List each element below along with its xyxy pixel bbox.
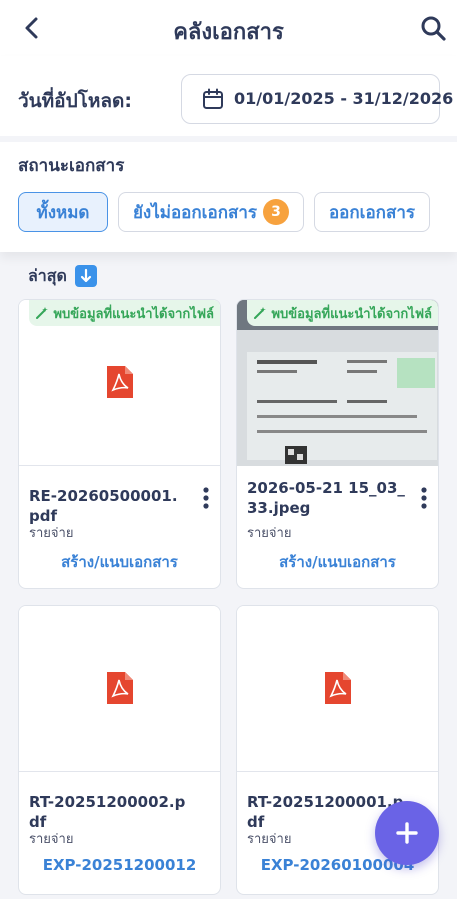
category-label: รายจ่าย <box>247 526 292 541</box>
calendar-icon <box>203 88 223 109</box>
document-thumbnail[interactable] <box>19 606 220 772</box>
pdf-file-icon <box>107 366 133 398</box>
suggestion-text: พบข้อมูลที่แนะนำได้จากไฟล์ <box>271 306 432 322</box>
page-title: คลังเอกสาร <box>173 20 284 45</box>
upload-date-label: วันที่อัปโหลด: <box>18 90 132 112</box>
sort-direction-button[interactable] <box>74 265 97 287</box>
document-thumbnail[interactable] <box>237 606 438 772</box>
create-attach-link[interactable]: สร้าง/แนบเอกสาร <box>19 550 220 574</box>
chip-all[interactable]: ทั้งหมด <box>18 192 108 232</box>
document-card[interactable]: พบข้อมูลที่แนะนำได้จากไฟล์ 2026-05-21 15… <box>236 299 439 589</box>
chip-not-issued[interactable]: ยังไม่ออกเอกสาร 3 <box>118 192 304 232</box>
category-label: รายจ่าย <box>29 832 74 847</box>
plus-icon <box>396 822 418 844</box>
app-header: คลังเอกสาร <box>0 0 457 56</box>
status-label: สถานะเอกสาร <box>18 156 125 176</box>
magic-wand-icon <box>254 307 267 319</box>
chip-label: ทั้งหมด <box>36 202 90 223</box>
file-name: RE-20260500001.pdf <box>29 487 178 525</box>
search-button[interactable] <box>419 14 447 42</box>
sort-label: ล่าสุด <box>28 265 67 285</box>
date-range-value: 01/01/2025 - 31/12/2026 <box>234 89 454 108</box>
suggestion-tag: พบข้อมูลที่แนะนำได้จากไฟล์ <box>247 300 438 326</box>
pdf-file-icon <box>325 672 351 704</box>
expense-doc-link[interactable]: EXP-20251200012 <box>19 856 220 874</box>
add-document-button[interactable] <box>375 801 439 865</box>
count-badge: 3 <box>263 199 290 225</box>
magic-wand-icon <box>36 307 49 319</box>
suggestion-tag: พบข้อมูลที่แนะนำได้จากไฟล์ <box>29 300 220 326</box>
category-label: รายจ่าย <box>247 832 292 847</box>
suggestion-text: พบข้อมูลที่แนะนำได้จากไฟล์ <box>53 306 214 322</box>
filter-panel: วันที่อัปโหลด: 01/01/2025 - 31/12/2026 ส… <box>0 56 457 252</box>
chip-label: ออกเอกสาร <box>328 202 416 223</box>
divider <box>0 136 457 142</box>
date-range-picker[interactable]: 01/01/2025 - 31/12/2026 <box>181 74 453 124</box>
search-icon <box>421 16 446 41</box>
upload-date-row: วันที่อัปโหลด: 01/01/2025 - 31/12/2026 <box>0 56 457 140</box>
file-name: 2026-05-21 15_03_33.jpeg <box>247 479 405 517</box>
category-label: รายจ่าย <box>29 526 74 541</box>
create-attach-link[interactable]: สร้าง/แนบเอกสาร <box>237 550 438 574</box>
chip-issued[interactable]: ออกเอกสาร <box>314 192 430 232</box>
document-card[interactable]: พบข้อมูลที่แนะนำได้จากไฟล์ RE-2026050000… <box>18 299 221 589</box>
sort-row[interactable]: ล่าสุด <box>28 264 97 288</box>
more-vertical-icon[interactable] <box>418 486 430 512</box>
more-vertical-icon[interactable] <box>200 486 212 512</box>
chip-label: ยังไม่ออกเอกสาร <box>132 202 258 223</box>
file-name: RT-20251200002.pdf <box>29 793 186 831</box>
arrow-down-icon <box>80 268 92 283</box>
document-card[interactable]: RT-20251200002.pdf รายจ่าย EXP-202512000… <box>18 605 221 895</box>
pdf-file-icon <box>107 672 133 704</box>
